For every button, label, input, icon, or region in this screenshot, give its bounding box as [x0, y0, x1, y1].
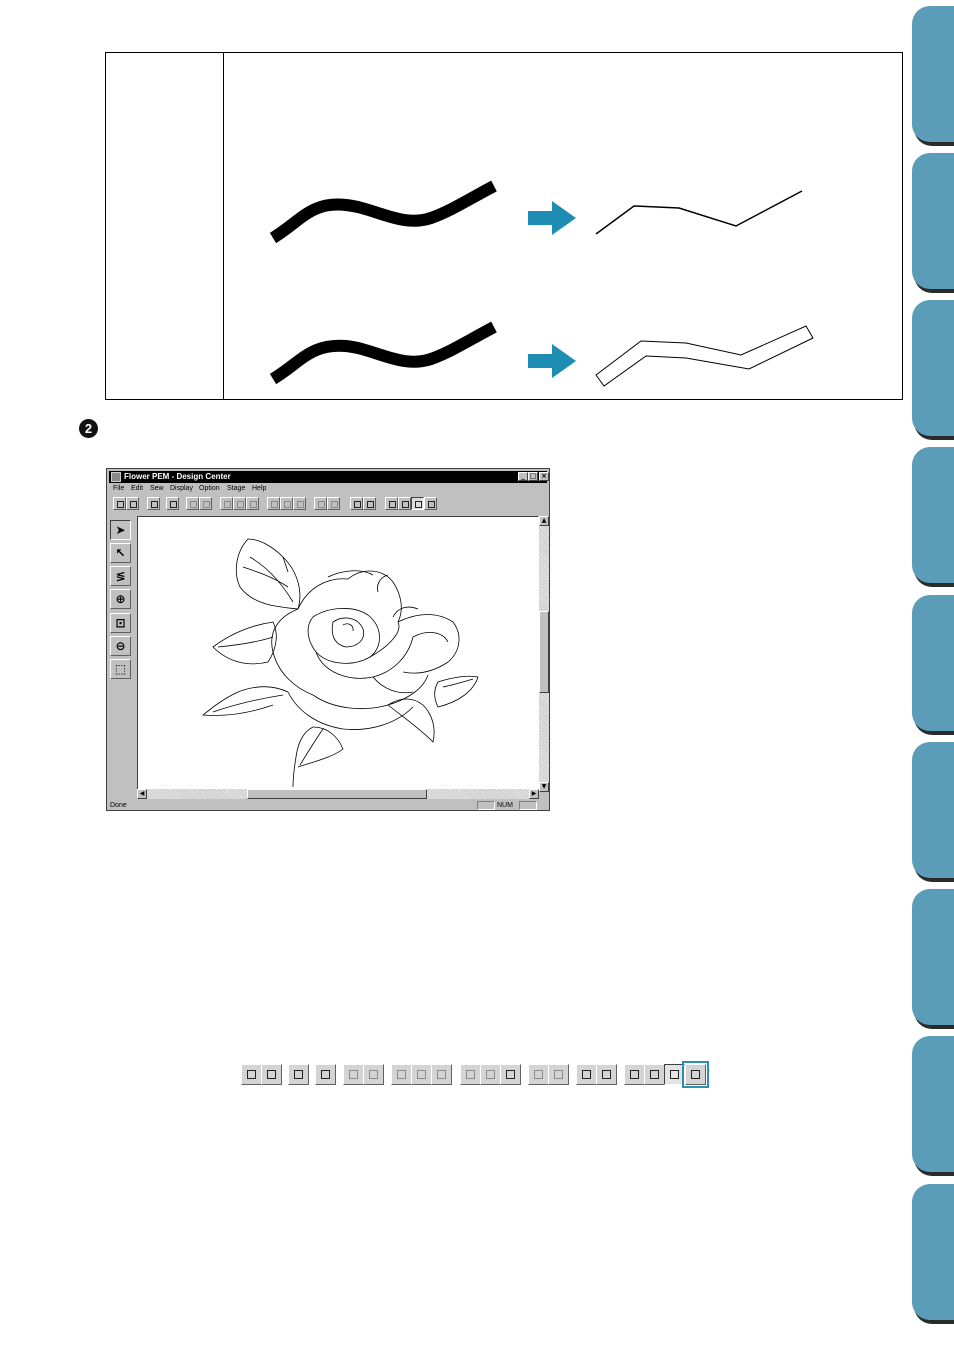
small-toolbar — [110, 497, 546, 512]
status-text: Done — [110, 802, 127, 809]
side-tab[interactable] — [912, 1036, 954, 1172]
stage-3-icon[interactable] — [411, 497, 424, 510]
new-icon[interactable] — [241, 1064, 262, 1085]
outline-shape — [595, 325, 814, 387]
undo-icon[interactable] — [186, 497, 199, 510]
stage-1-icon[interactable] — [624, 1064, 645, 1085]
stage-4-icon[interactable] — [424, 497, 437, 510]
preview-icon[interactable] — [576, 1064, 597, 1085]
step-marker: 2 — [79, 419, 98, 438]
illustration-table — [105, 52, 903, 400]
copy-icon[interactable] — [411, 1064, 432, 1085]
thick-stroke — [269, 321, 497, 385]
arrow-icon — [528, 344, 576, 378]
left-toolbox: ➤ ↖ ≶ ⊕ ⊡ ⊖ ⬚ — [110, 520, 132, 790]
scroll-thumb[interactable] — [247, 789, 427, 799]
paste-icon[interactable] — [246, 497, 259, 510]
zoom-out-icon[interactable]: ⊖ — [110, 636, 131, 656]
scroll-down-button[interactable]: ▼ — [539, 782, 549, 792]
sew-setting-2-icon[interactable] — [548, 1064, 569, 1085]
num-lock-indicator: NUM — [497, 802, 513, 809]
stroke-icon[interactable]: ≶ — [110, 566, 131, 586]
side-tab[interactable] — [912, 889, 954, 1025]
rotate-icon[interactable] — [280, 497, 293, 510]
side-tab[interactable] — [912, 153, 954, 289]
title-bar: Flower PEM - Design Center _ □ × — [109, 471, 549, 483]
mirror-icon[interactable] — [460, 1064, 481, 1085]
side-tab[interactable] — [912, 300, 954, 436]
cut-icon[interactable] — [391, 1064, 412, 1085]
import-icon[interactable] — [288, 1064, 309, 1085]
vertical-scrollbar[interactable]: ▲ ▼ — [539, 516, 549, 792]
status-bar: Done NUM — [109, 801, 547, 811]
maximize-button[interactable]: □ — [528, 472, 538, 481]
undo-icon[interactable] — [343, 1064, 364, 1085]
minimize-button[interactable]: _ — [518, 472, 528, 481]
open-icon[interactable] — [126, 497, 139, 510]
area-select-icon[interactable]: ⬚ — [110, 659, 131, 679]
save-icon[interactable] — [166, 497, 179, 510]
cut-icon[interactable] — [220, 497, 233, 510]
menu-option[interactable]: Option — [199, 485, 220, 492]
rotate-free-icon[interactable] — [500, 1064, 521, 1085]
copy-icon[interactable] — [233, 497, 246, 510]
app-icon — [111, 472, 121, 482]
status-pane — [477, 801, 495, 810]
redo-icon[interactable] — [363, 1064, 384, 1085]
sew-setting-icon[interactable] — [528, 1064, 549, 1085]
side-tab[interactable] — [912, 595, 954, 731]
rotate-icon[interactable] — [480, 1064, 501, 1085]
select-arrow-icon[interactable]: ➤ — [110, 520, 131, 540]
scroll-right-button[interactable]: ▶ — [529, 789, 539, 799]
preview-icon[interactable] — [350, 497, 363, 510]
status-pane — [519, 801, 537, 810]
thin-polyline — [595, 190, 803, 235]
scroll-left-button[interactable]: ◀ — [137, 789, 147, 799]
stage-2-icon[interactable] — [398, 497, 411, 510]
menu-bar: File Edit Sew Display Option Stage Help — [109, 484, 547, 495]
paste-icon[interactable] — [431, 1064, 452, 1085]
menu-help[interactable]: Help — [252, 485, 266, 492]
enlarged-toolbar — [238, 1061, 710, 1088]
menu-sew[interactable]: Sew — [150, 485, 164, 492]
scroll-thumb[interactable] — [539, 611, 549, 693]
close-button[interactable]: × — [539, 472, 549, 481]
sew-setting-icon[interactable] — [314, 497, 327, 510]
scroll-up-button[interactable]: ▲ — [539, 516, 549, 526]
zoom-in-icon[interactable]: ⊕ — [110, 589, 131, 609]
import-icon[interactable] — [147, 497, 160, 510]
open-icon[interactable] — [261, 1064, 282, 1085]
stage-1-icon[interactable] — [385, 497, 398, 510]
horizontal-scrollbar[interactable]: ◀ ▶ — [137, 789, 539, 799]
rotate-free-icon[interactable] — [293, 497, 306, 510]
sew-setting-2-icon[interactable] — [327, 497, 340, 510]
arrow-icon — [528, 201, 576, 235]
app-window: Flower PEM - Design Center _ □ × File Ed… — [106, 468, 550, 811]
design-canvas[interactable] — [137, 516, 539, 792]
menu-edit[interactable]: Edit — [131, 485, 143, 492]
save-icon[interactable] — [315, 1064, 336, 1085]
side-tab[interactable] — [912, 1184, 954, 1320]
rose-drawing — [201, 538, 479, 788]
realistic-preview-icon[interactable] — [596, 1064, 617, 1085]
side-tab[interactable] — [912, 6, 954, 142]
menu-stage[interactable]: Stage — [227, 485, 245, 492]
zoom-fit-icon[interactable]: ⊡ — [110, 613, 131, 633]
mirror-icon[interactable] — [267, 497, 280, 510]
thick-stroke — [269, 180, 497, 244]
new-icon[interactable] — [113, 497, 126, 510]
point-edit-icon[interactable]: ↖ — [110, 543, 131, 563]
redo-icon[interactable] — [199, 497, 212, 510]
menu-file[interactable]: File — [113, 485, 124, 492]
side-tab[interactable] — [912, 447, 954, 583]
stage-4-icon[interactable] — [682, 1061, 709, 1088]
stage-3-icon[interactable] — [664, 1064, 685, 1085]
side-tab[interactable] — [912, 742, 954, 878]
window-title: Flower PEM - Design Center — [124, 472, 231, 481]
line-conversion-illustration — [269, 180, 814, 387]
realistic-preview-icon[interactable] — [363, 497, 376, 510]
menu-display[interactable]: Display — [170, 485, 193, 492]
stage-2-icon[interactable] — [644, 1064, 665, 1085]
